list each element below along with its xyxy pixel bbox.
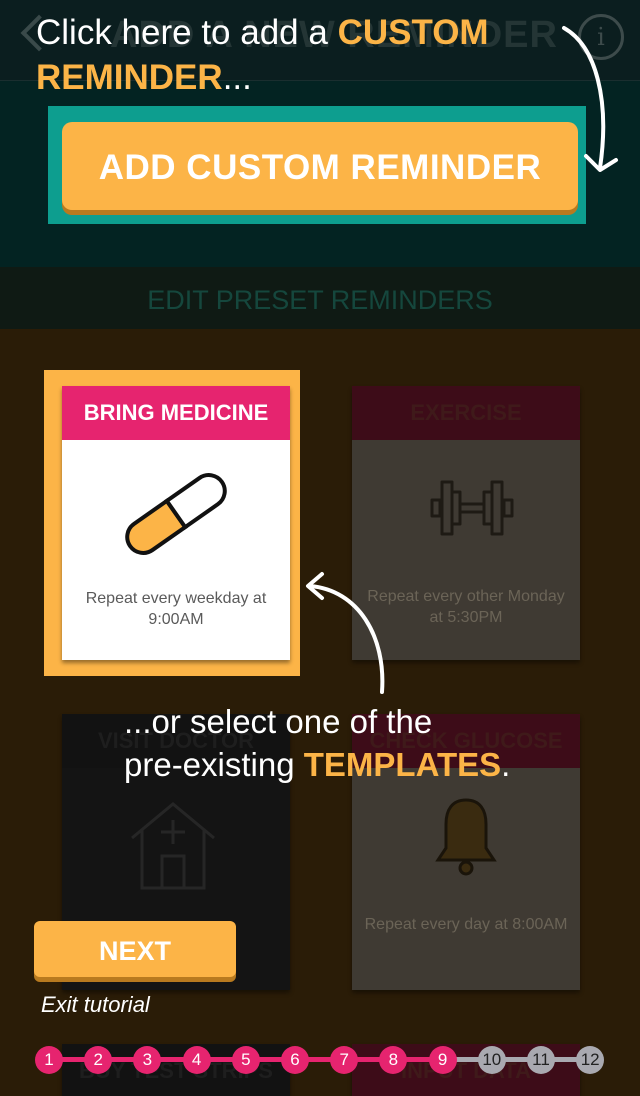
add-custom-reminder-button[interactable]: ADD CUSTOM REMINDER [62, 122, 578, 210]
card-description: Repeat every day at 8:00AM [364, 916, 568, 933]
progress-step-8: 8 [379, 1046, 408, 1074]
exit-tutorial-link[interactable]: Exit tutorial [41, 992, 150, 1018]
curved-arrow-icon [562, 26, 618, 172]
progress-step-7: 7 [330, 1046, 359, 1074]
card-description: Repeat every weekday at 9:00AM [85, 590, 267, 628]
tutorial-progress: 1 2 3 4 5 6 7 8 9 10 11 12 [0, 1036, 640, 1084]
tutorial-tip-custom: Click here to add a CUSTOM REMINDER... [36, 13, 489, 97]
progress-step-1: 1 [35, 1046, 63, 1074]
progress-step-4: 4 [182, 1046, 211, 1074]
progress-step-5: 5 [231, 1046, 260, 1074]
bell-icon [435, 798, 497, 876]
progress-step-10: 10 [477, 1046, 506, 1074]
dumbbell-icon [430, 480, 514, 536]
progress-step-2: 2 [84, 1046, 113, 1074]
hospital-icon [131, 802, 215, 890]
progress-step-3: 3 [133, 1046, 162, 1074]
progress-step-6: 6 [281, 1046, 309, 1074]
progress-step-12: 12 [576, 1046, 605, 1074]
progress-step-11: 11 [527, 1046, 555, 1074]
card-title: BRING MEDICINE [62, 386, 290, 440]
card-title: EXERCISE [352, 386, 580, 440]
pill-icon [125, 473, 227, 555]
progress-step-9: 9 [428, 1046, 457, 1074]
curved-arrow-icon [306, 572, 385, 694]
tutorial-tip-templates: ...or select one of the pre-existing TEMP… [124, 703, 511, 783]
template-card-bring-medicine[interactable]: BRING MEDICINE Repeat every weekday at 9… [62, 386, 290, 660]
edit-preset-reminders-bar[interactable]: EDIT PRESET REMINDERS [0, 267, 640, 329]
next-button[interactable]: NEXT [34, 921, 236, 977]
